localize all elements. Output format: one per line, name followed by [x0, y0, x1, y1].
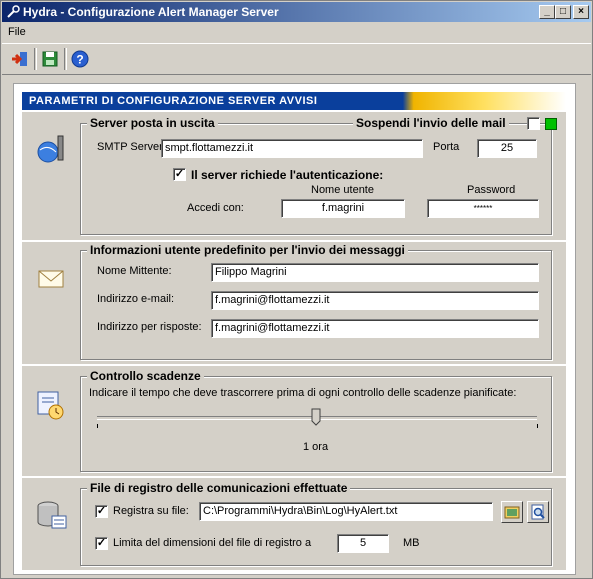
- slider-tick: [97, 424, 98, 428]
- smtp-group: Server posta in uscita Sospendi l'invio …: [80, 116, 557, 235]
- interval-slider-thumb[interactable]: [311, 408, 321, 426]
- toolbar-separator: [64, 48, 67, 70]
- limit-label: Limita del dimensioni del file di regist…: [113, 537, 312, 549]
- browse-button[interactable]: [501, 501, 523, 523]
- config-panel: PARAMETRI DI CONFIGURAZIONE SERVER AVVIS…: [13, 83, 576, 575]
- limit-unit-label: MB: [403, 537, 420, 549]
- svg-text:?: ?: [76, 53, 83, 67]
- smtp-server-input[interactable]: smpt.flottamezzi.it: [161, 139, 423, 158]
- slider-value-label: 1 ora: [303, 441, 329, 453]
- title-bar: Hydra - Configurazione Alert Manager Ser…: [2, 2, 591, 22]
- deadline-description: Indicare il tempo che deve trascorrere p…: [89, 387, 517, 399]
- limit-size-input[interactable]: 5: [337, 534, 389, 553]
- port-label: Porta: [433, 141, 460, 153]
- deadline-group-title: Controllo scadenze: [87, 369, 204, 383]
- suspend-checkbox[interactable]: [527, 117, 540, 130]
- suspend-label: Sospendi l'invio delle mail: [353, 116, 509, 130]
- password-header: Password: [467, 184, 516, 196]
- password-input[interactable]: ******: [427, 199, 539, 218]
- email-label: Indirizzo e-mail:: [97, 293, 175, 305]
- folder-image-icon: [504, 506, 520, 519]
- sender-input[interactable]: Filippo Magrini: [211, 263, 539, 282]
- smtp-group-title: Server posta in uscita: [87, 116, 218, 130]
- user-header: Nome utente: [311, 184, 374, 196]
- view-log-button[interactable]: [527, 501, 549, 523]
- banner-title: PARAMETRI DI CONFIGURAZIONE SERVER AVVIS…: [29, 95, 318, 107]
- log-group: File di registro delle comunicazioni eff…: [80, 481, 552, 566]
- config-banner: PARAMETRI DI CONFIGURAZIONE SERVER AVVIS…: [22, 92, 566, 110]
- log-path-input[interactable]: C:\Programmi\Hydra\Bin\Log\HyAlert.txt: [199, 502, 493, 521]
- clock-calendar-icon: [37, 391, 64, 420]
- smtp-section: Server posta in uscita Sospendi l'invio …: [22, 112, 566, 240]
- exit-icon[interactable]: [10, 49, 30, 69]
- deadline-group: Controllo scadenze Indicare il tempo che…: [80, 369, 552, 472]
- status-indicator: [545, 118, 557, 130]
- smtp-server-label: SMTP Server: [97, 141, 163, 153]
- user-info-group-title: Informazioni utente predefinito per l'in…: [87, 243, 408, 257]
- deadline-section: Controllo scadenze Indicare il tempo che…: [22, 366, 566, 476]
- envelope-icon: [38, 270, 64, 288]
- main-window: Hydra - Configurazione Alert Manager Ser…: [0, 0, 593, 579]
- globe-icon: [37, 135, 64, 163]
- menu-file[interactable]: File: [2, 26, 32, 38]
- database-icon: [37, 501, 67, 529]
- email-input[interactable]: f.magrini@flottamezzi.it: [211, 291, 539, 310]
- slider-tick: [537, 424, 538, 428]
- wrench-icon: [7, 5, 20, 18]
- log-group-title: File di registro delle comunicazioni eff…: [87, 481, 351, 495]
- reply-label: Indirizzo per risposte:: [97, 321, 202, 333]
- log-section: File di registro delle comunicazioni eff…: [22, 478, 566, 570]
- minimize-button[interactable]: _: [539, 5, 555, 19]
- menu-bar: File: [2, 23, 591, 41]
- maximize-button[interactable]: □: [555, 5, 571, 19]
- help-icon[interactable]: ?: [70, 49, 90, 69]
- magnifier-icon: [531, 504, 545, 520]
- register-label: Registra su file:: [113, 505, 189, 517]
- limit-checkbox[interactable]: ✓: [95, 537, 108, 550]
- toolbar-separator: [34, 48, 37, 70]
- window-title: Hydra - Configurazione Alert Manager Ser…: [23, 5, 279, 19]
- user-info-group: Informazioni utente predefinito per l'in…: [80, 243, 552, 360]
- reply-input[interactable]: f.magrini@flottamezzi.it: [211, 319, 539, 338]
- register-checkbox[interactable]: ✓: [95, 505, 108, 518]
- sender-label: Nome Mittente:: [97, 265, 172, 277]
- username-input[interactable]: f.magrini: [281, 199, 405, 218]
- login-label: Accedi con:: [187, 202, 244, 214]
- port-input[interactable]: 25: [477, 139, 537, 158]
- save-icon[interactable]: [40, 49, 60, 69]
- toolbar: ?: [2, 43, 591, 75]
- user-info-section: Informazioni utente predefinito per l'in…: [22, 242, 566, 364]
- close-button[interactable]: ×: [573, 5, 589, 19]
- auth-checkbox[interactable]: ✓: [173, 168, 186, 181]
- auth-label: Il server richiede l'autenticazione:: [191, 168, 384, 182]
